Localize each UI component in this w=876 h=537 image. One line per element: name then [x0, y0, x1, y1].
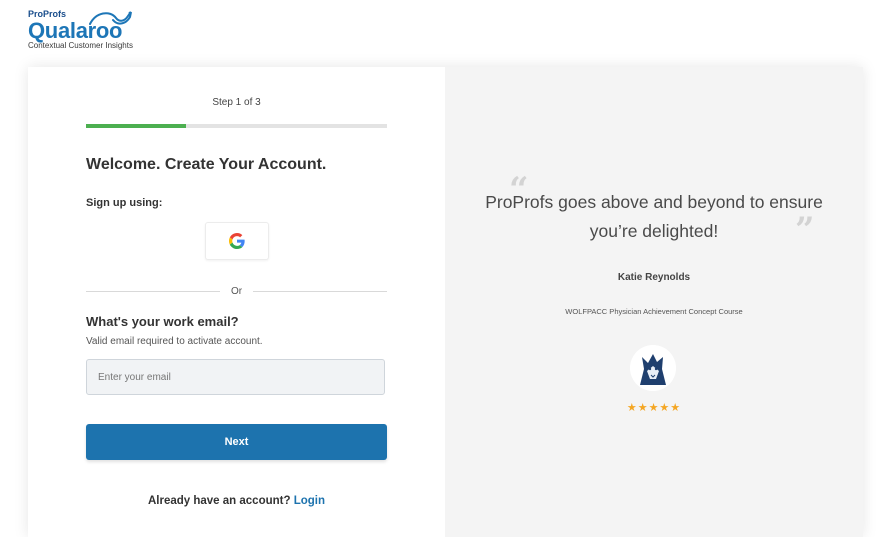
kangaroo-swirl-icon: [89, 11, 132, 25]
qualaroo-logo[interactable]: ProProfs Qualaroo Contextual Customer In…: [28, 8, 168, 52]
login-link[interactable]: Login: [294, 495, 325, 507]
close-quote-icon: ”: [795, 210, 815, 250]
avatar: [630, 345, 676, 391]
signup-panel: Step 1 of 3 Welcome. Create Your Account…: [28, 67, 445, 537]
testimonial-quote: ProProfs goes above and beyond to ensure…: [485, 192, 823, 241]
logo-tagline: Contextual Customer Insights: [28, 41, 133, 50]
page-title: Welcome. Create Your Account.: [86, 156, 327, 173]
or-divider: Or: [86, 286, 387, 298]
star-rating: ★★★★★: [626, 402, 682, 414]
wolf-avatar-icon: [630, 345, 676, 391]
testimonial-panel: “ ProProfs goes above and beyond to ensu…: [445, 67, 863, 537]
signup-card: Step 1 of 3 Welcome. Create Your Account…: [28, 67, 863, 537]
testimonial-organization: WOLFPACC Physician Achievement Concept C…: [565, 307, 743, 316]
signup-using-label: Sign up using:: [86, 197, 163, 209]
progress-bar: [86, 124, 387, 128]
google-signup-button[interactable]: [205, 222, 269, 260]
progress-fill: [86, 124, 187, 128]
next-button[interactable]: Next: [86, 424, 387, 460]
testimonial-author: Katie Reynolds: [617, 272, 691, 283]
google-icon: [229, 233, 245, 249]
divider-line-right: [253, 291, 387, 292]
email-field[interactable]: [86, 359, 385, 395]
email-question: What's your work email?: [86, 314, 239, 329]
email-hint: Valid email required to activate account…: [86, 336, 263, 347]
step-indicator: Step 1 of 3: [212, 97, 261, 108]
login-prompt: Already have an account?: [147, 495, 291, 507]
login-row: Already have an account? Login: [28, 495, 445, 507]
